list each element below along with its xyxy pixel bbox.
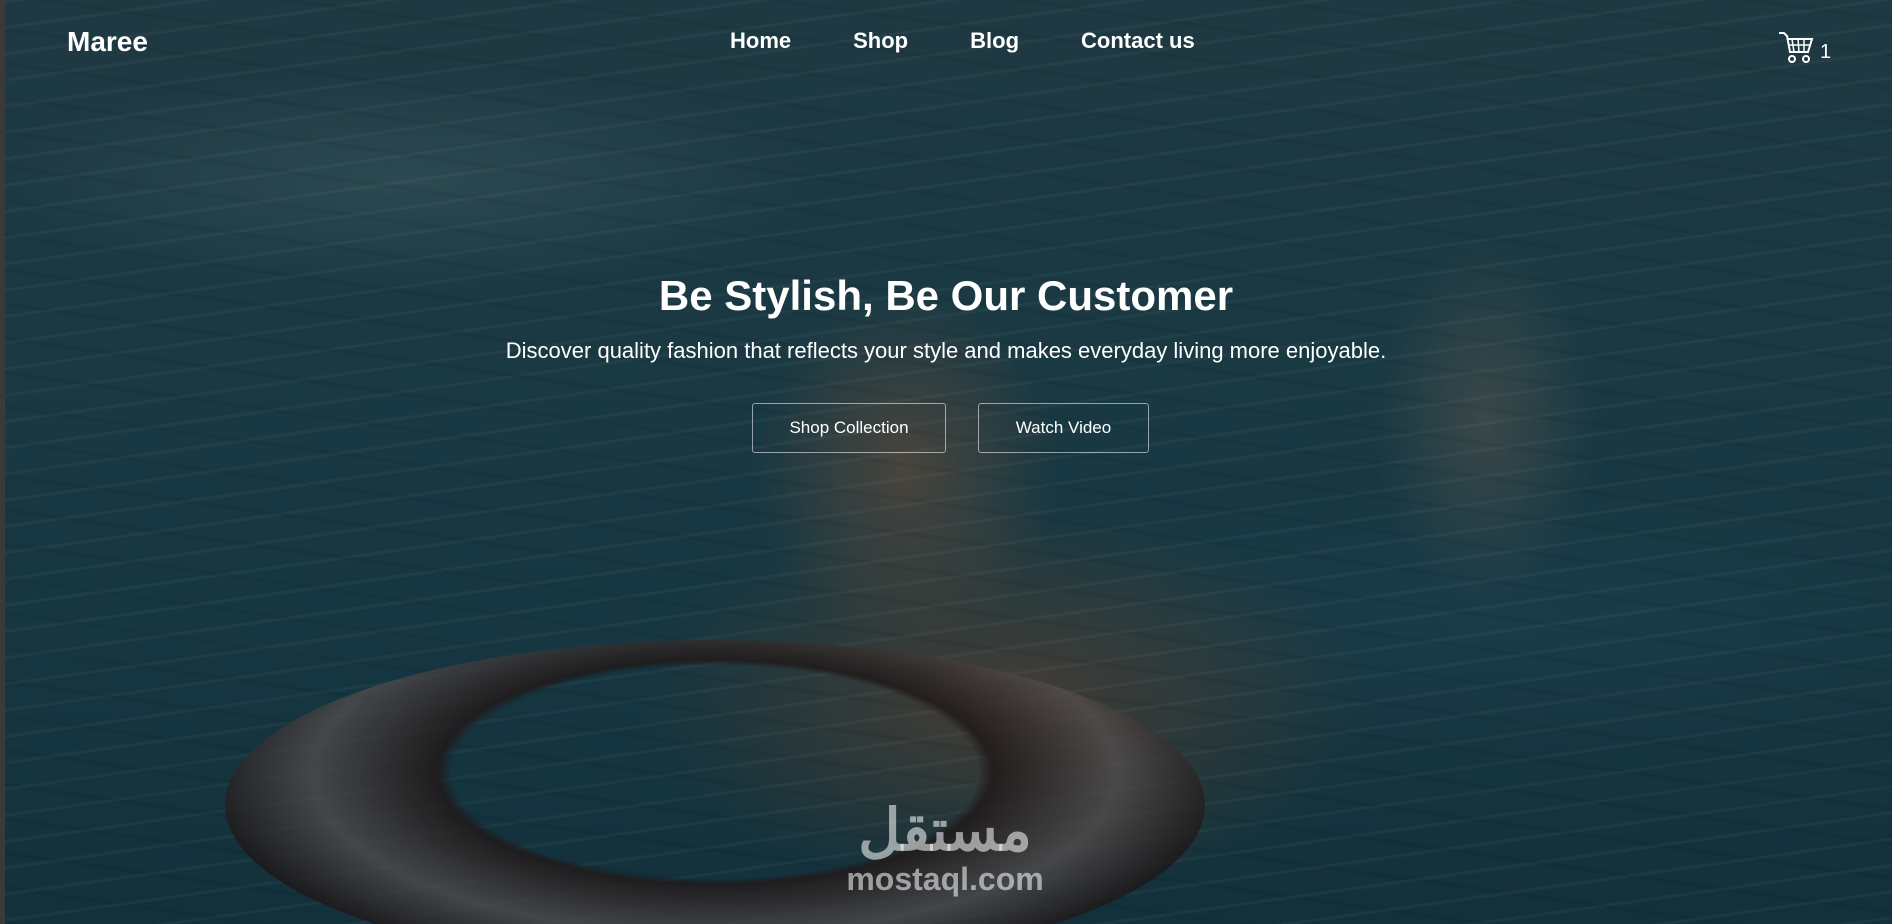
hero-title: Be Stylish, Be Our Customer bbox=[658, 272, 1234, 319]
cart-button[interactable]: 1 bbox=[1778, 30, 1831, 64]
cart-icon bbox=[1779, 32, 1814, 63]
hero-subtitle: Discover quality fashion that reflects y… bbox=[505, 338, 1387, 363]
nav-blog[interactable]: Blog bbox=[970, 28, 1019, 54]
hero-overlay bbox=[5, 0, 1892, 924]
hero-background-image bbox=[5, 0, 1892, 924]
shop-collection-button[interactable]: Shop Collection bbox=[752, 403, 946, 453]
nav-shop[interactable]: Shop bbox=[853, 28, 908, 54]
nav-contact[interactable]: Contact us bbox=[1081, 28, 1195, 54]
watch-video-button[interactable]: Watch Video bbox=[978, 403, 1149, 453]
cart-count: 1 bbox=[1820, 41, 1832, 63]
main-nav: Home Shop Blog Contact us bbox=[730, 28, 1195, 54]
nav-home[interactable]: Home bbox=[730, 28, 791, 54]
brand-logo[interactable]: Maree bbox=[67, 26, 148, 58]
